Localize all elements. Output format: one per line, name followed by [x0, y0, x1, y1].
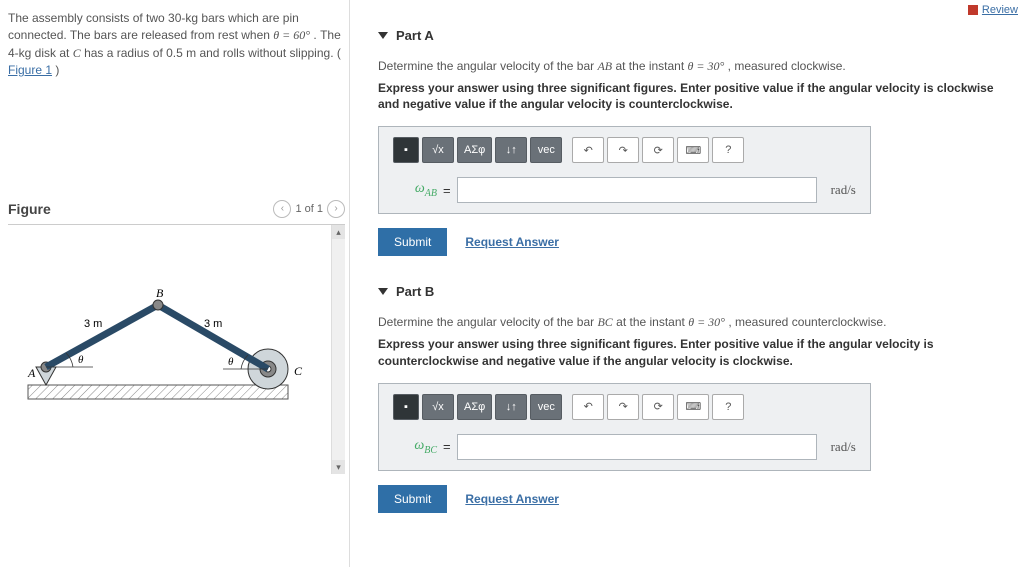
help-button[interactable]: ?	[712, 394, 744, 420]
answer-input-b[interactable]	[457, 434, 817, 460]
equals-sign: =	[443, 439, 451, 454]
figure-title: Figure	[8, 201, 51, 217]
reset-icon[interactable]: ⟳	[642, 394, 674, 420]
part-a: Part A Determine the angular velocity of…	[378, 28, 1024, 256]
reset-icon[interactable]: ⟳	[642, 137, 674, 163]
undo-icon[interactable]: ↶	[572, 137, 604, 163]
part-a-answer-box: ▪ √x ΑΣφ ↓↑ vec ↶ ↷ ⟳ ⌨ ? ωAB =	[378, 126, 871, 214]
figure-counter: 1 of 1	[295, 203, 323, 215]
left-panel: The assembly consists of two 30-kg bars …	[0, 0, 350, 567]
part-a-title: Part A	[396, 28, 434, 43]
vec-button[interactable]: vec	[530, 394, 562, 420]
problem-text: )	[55, 63, 59, 77]
figure-svg: B A C 3 m 3 m θ θ	[8, 265, 318, 425]
label-len-right: 3 m	[204, 318, 222, 330]
label-theta-right: θ	[228, 356, 234, 368]
figure-nav: ‹ 1 of 1 ›	[273, 200, 345, 218]
collapse-icon	[378, 32, 388, 39]
equals-sign: =	[443, 183, 451, 198]
unit-label: rad/s	[831, 439, 856, 455]
scroll-down-icon[interactable]: ▾	[332, 460, 345, 474]
problem-text: The assembly consists of two 30-kg bars …	[8, 11, 299, 42]
part-a-question: Determine the angular velocity of the ba…	[378, 59, 1016, 74]
label-b: B	[156, 286, 164, 300]
review-link[interactable]: Review	[968, 4, 1018, 16]
figure-link[interactable]: Figure 1	[8, 63, 52, 77]
part-a-header[interactable]: Part A	[378, 28, 1016, 43]
equation-toolbar: ▪ √x ΑΣφ ↓↑ vec ↶ ↷ ⟳ ⌨ ?	[393, 394, 856, 420]
submit-button-b[interactable]: Submit	[378, 485, 447, 513]
template-icon[interactable]: ▪	[393, 394, 419, 420]
part-a-instructions: Express your answer using three signific…	[378, 80, 1016, 112]
keyboard-icon[interactable]: ⌨	[677, 394, 709, 420]
part-b-header[interactable]: Part B	[378, 284, 1016, 299]
part-b-title: Part B	[396, 284, 434, 299]
root-icon[interactable]: √x	[422, 394, 454, 420]
updown-icon[interactable]: ↓↑	[495, 394, 527, 420]
figure-scrollbar[interactable]: ▴ ▾	[331, 225, 345, 474]
flag-icon	[968, 5, 978, 15]
part-b-instructions: Express your answer using three signific…	[378, 336, 1016, 368]
redo-icon[interactable]: ↷	[607, 137, 639, 163]
part-b-question: Determine the angular velocity of the ba…	[378, 315, 1016, 330]
label-c: C	[294, 364, 303, 378]
part-b-answer-box: ▪ √x ΑΣφ ↓↑ vec ↶ ↷ ⟳ ⌨ ? ωBC =	[378, 383, 871, 471]
problem-text: has a radius of 0.5 m and rolls without …	[84, 46, 341, 60]
updown-icon[interactable]: ↓↑	[495, 137, 527, 163]
figure-next-button[interactable]: ›	[327, 200, 345, 218]
template-icon[interactable]: ▪	[393, 137, 419, 163]
answer-input-a[interactable]	[457, 177, 817, 203]
equation-toolbar: ▪ √x ΑΣφ ↓↑ vec ↶ ↷ ⟳ ⌨ ?	[393, 137, 856, 163]
point-c: C	[73, 46, 81, 60]
request-answer-a[interactable]: Request Answer	[465, 235, 559, 249]
part-b: Part B Determine the angular velocity of…	[378, 284, 1024, 512]
figure-prev-button[interactable]: ‹	[273, 200, 291, 218]
request-answer-b[interactable]: Request Answer	[465, 492, 559, 506]
vec-button[interactable]: vec	[530, 137, 562, 163]
greek-button[interactable]: ΑΣφ	[457, 137, 492, 163]
label-theta-left: θ	[78, 354, 84, 366]
unit-label: rad/s	[831, 182, 856, 198]
scroll-up-icon[interactable]: ▴	[332, 225, 345, 239]
right-panel: Review Part A Determine the angular velo…	[350, 0, 1024, 567]
collapse-icon	[378, 288, 388, 295]
label-len-left: 3 m	[84, 318, 102, 330]
variable-label: ωBC	[393, 438, 437, 456]
root-icon[interactable]: √x	[422, 137, 454, 163]
review-label: Review	[982, 4, 1018, 16]
theta-initial: θ = 60°	[273, 28, 310, 42]
variable-label: ωAB	[393, 181, 437, 199]
figure-body: B A C 3 m 3 m θ θ ▴ ▾	[8, 224, 345, 474]
undo-icon[interactable]: ↶	[572, 394, 604, 420]
help-button[interactable]: ?	[712, 137, 744, 163]
problem-statement: The assembly consists of two 30-kg bars …	[8, 10, 345, 80]
label-a: A	[27, 366, 36, 380]
redo-icon[interactable]: ↷	[607, 394, 639, 420]
greek-button[interactable]: ΑΣφ	[457, 394, 492, 420]
submit-button-a[interactable]: Submit	[378, 228, 447, 256]
keyboard-icon[interactable]: ⌨	[677, 137, 709, 163]
